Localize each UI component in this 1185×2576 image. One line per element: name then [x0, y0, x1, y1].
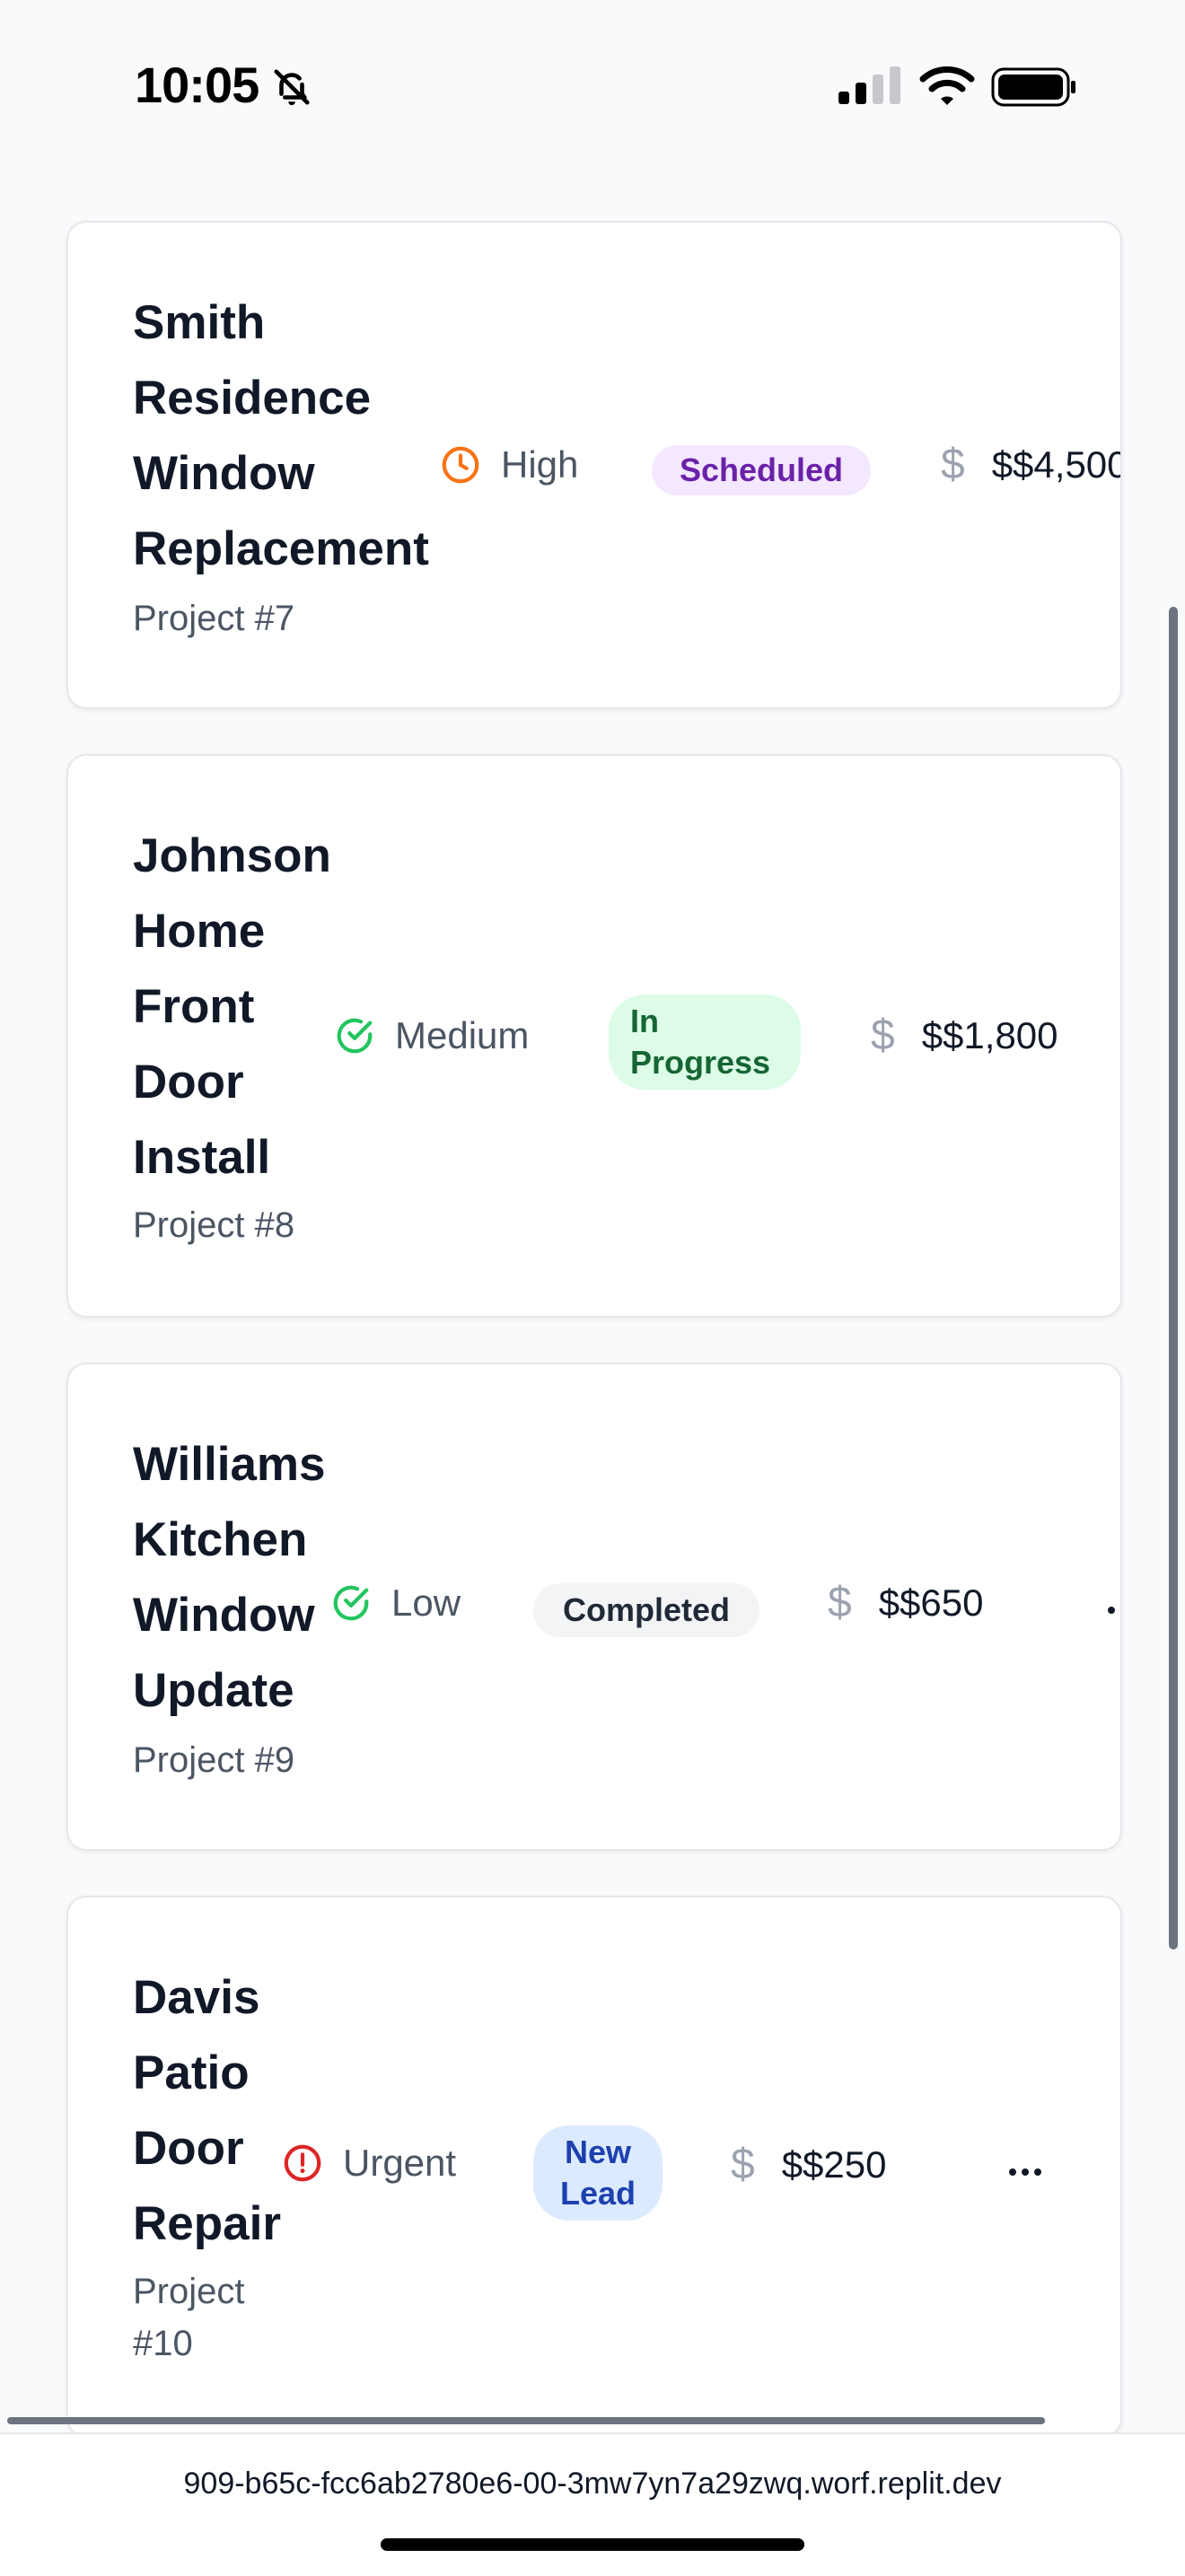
project-amount: $ $$1,800 [871, 1011, 1058, 1060]
more-options-icon[interactable] [1106, 1592, 1120, 1628]
project-title-line: Door [133, 1056, 244, 1108]
priority-label: Low [391, 1582, 461, 1624]
home-indicator[interactable] [381, 2538, 804, 2551]
priority: High [440, 443, 578, 486]
project-title-line: Front [133, 980, 255, 1033]
priority-label: Medium [395, 1014, 530, 1056]
project-title-line: Residence [133, 372, 372, 425]
project-card[interactable]: Davis Patio Door Repair Project #10 Urge… [66, 1896, 1122, 2438]
project-number-line: Project [133, 2272, 245, 2311]
project-title-line: Install [133, 1131, 271, 1184]
status-bar: 10:05 [0, 0, 1185, 171]
project-title-line: Repair [133, 2197, 281, 2250]
amount-value: $$4,500 [991, 442, 1122, 486]
project-title-line: Replacement [133, 522, 429, 575]
dollar-icon: $ [941, 441, 965, 488]
status-badge: In Progress [609, 994, 801, 1090]
project-title-line: Patio [133, 2046, 250, 2099]
check-circle-icon [337, 1018, 373, 1054]
check-circle-icon [333, 1585, 369, 1621]
project-amount: $ $$4,500 [941, 440, 1122, 489]
project-title-line: Window [133, 1589, 315, 1642]
project-title-line: Smith [133, 296, 266, 349]
project-title-line: Johnson [133, 829, 331, 882]
project-number: Project #10 [133, 2265, 245, 2370]
amount-value: $$650 [878, 1581, 984, 1624]
project-title-line: Door [133, 2122, 244, 2175]
dollar-icon: $ [828, 1579, 852, 1626]
horizontal-scrollbar[interactable] [7, 2417, 1045, 2424]
project-number: Project #8 [133, 1205, 295, 1245]
project-amount: $ $$650 [828, 1578, 984, 1627]
dollar-icon: $ [731, 2141, 755, 2188]
amount-value: $$250 [781, 2142, 887, 2186]
address-bar-url[interactable]: 909-b65c-fcc6ab2780e6-00-3mw7yn7a29zwq.w… [0, 2466, 1185, 2502]
status-badge: Scheduled [652, 445, 871, 495]
priority-label: High [501, 443, 579, 486]
project-card[interactable]: Johnson Home Front Door Install Project … [66, 754, 1122, 1318]
project-title-line: Williams [133, 1438, 326, 1491]
project-title: Williams Kitchen Window Update [133, 1427, 326, 1729]
project-card[interactable]: Williams Kitchen Window Update Project #… [66, 1362, 1122, 1851]
bell-muted-icon [274, 69, 310, 106]
more-options-icon[interactable] [1007, 2154, 1052, 2190]
project-number: Project #9 [133, 1740, 295, 1780]
project-amount: $ $$250 [731, 2140, 887, 2189]
status-time: 10:05 [135, 57, 259, 113]
priority: Low [330, 1582, 461, 1625]
amount-value: $$1,800 [921, 1013, 1058, 1056]
priority: Medium [334, 1014, 529, 1057]
project-title-line: Home [133, 905, 266, 958]
wifi-icon [919, 66, 975, 105]
project-title: Johnson Home Front Door Install [133, 819, 331, 1196]
project-title-line: Kitchen [133, 1513, 308, 1566]
alert-circle-icon [284, 2144, 321, 2182]
browser-bottom-bar [0, 2432, 1185, 2576]
project-title: Smith Residence Window Replacement [133, 285, 429, 587]
cellular-signal-icon [838, 66, 900, 104]
project-title-line: Update [133, 1664, 294, 1717]
project-title-line: Window [133, 447, 315, 500]
status-badge: Completed [533, 1583, 759, 1637]
project-card[interactable]: Smith Residence Window Replacement Proje… [66, 221, 1122, 709]
priority-label: Urgent [343, 2142, 457, 2184]
status-badge: New Lead [533, 2125, 663, 2221]
clock-icon [442, 446, 479, 484]
priority: Urgent [282, 2142, 456, 2185]
project-title: Davis Patio Door Repair [133, 1960, 281, 2262]
project-title-line: Davis [133, 1971, 260, 2024]
vertical-scrollbar[interactable] [1169, 607, 1178, 1950]
project-number-line: #10 [133, 2324, 193, 2363]
battery-icon [991, 67, 1075, 107]
project-number: Project #7 [133, 599, 295, 638]
dollar-icon: $ [871, 1012, 895, 1059]
